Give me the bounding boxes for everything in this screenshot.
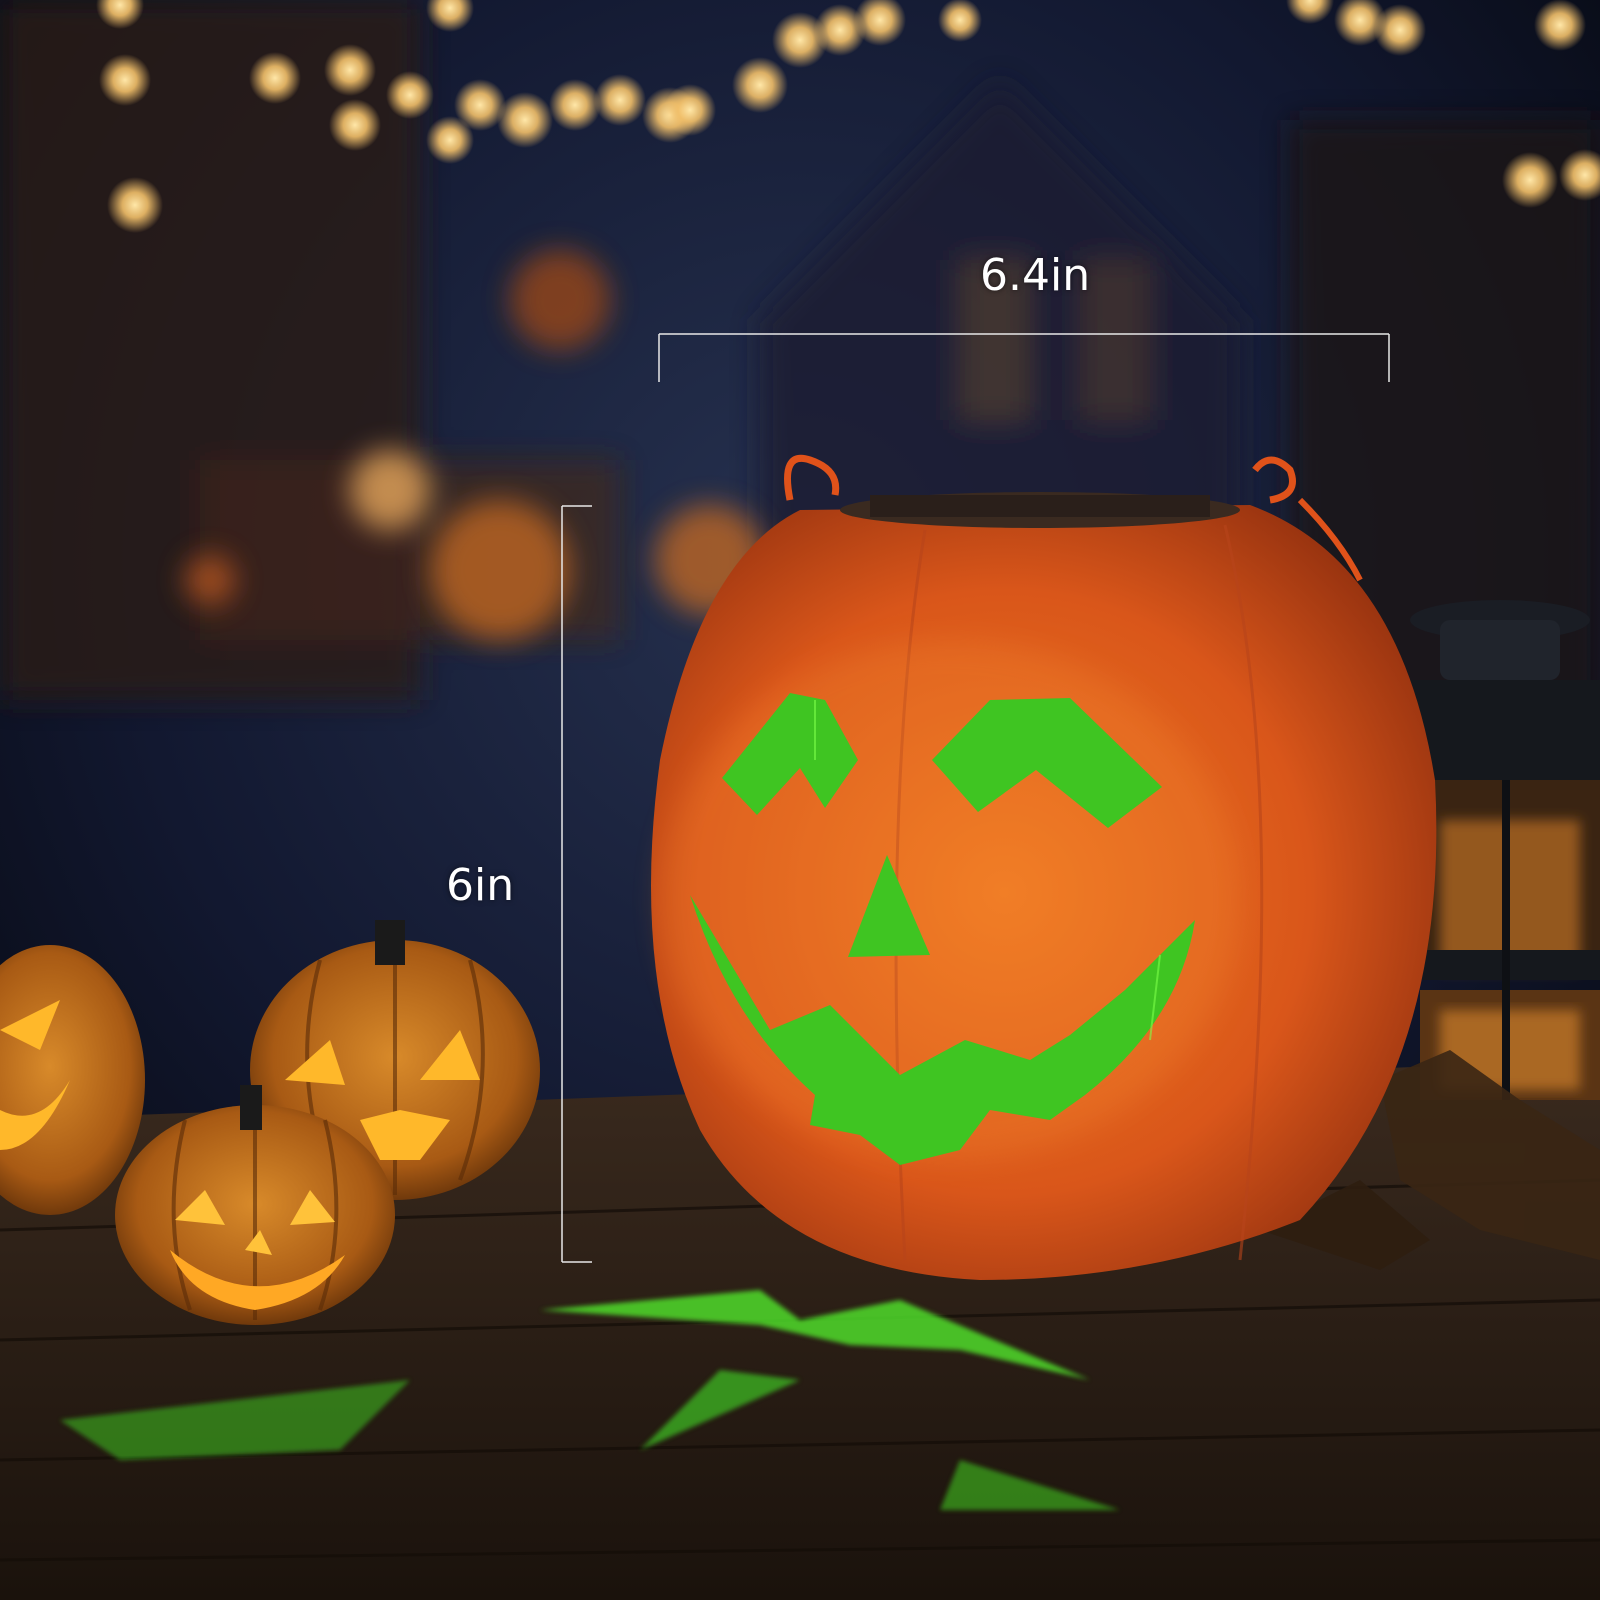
- pumpkin-lantern: [651, 455, 1437, 1280]
- scene-background: [0, 0, 1600, 1600]
- height-dimension-label: 6in: [446, 860, 515, 911]
- product-scene: 6.4in 6in: [0, 0, 1600, 1600]
- width-dimension-label: 6.4in: [980, 250, 1091, 301]
